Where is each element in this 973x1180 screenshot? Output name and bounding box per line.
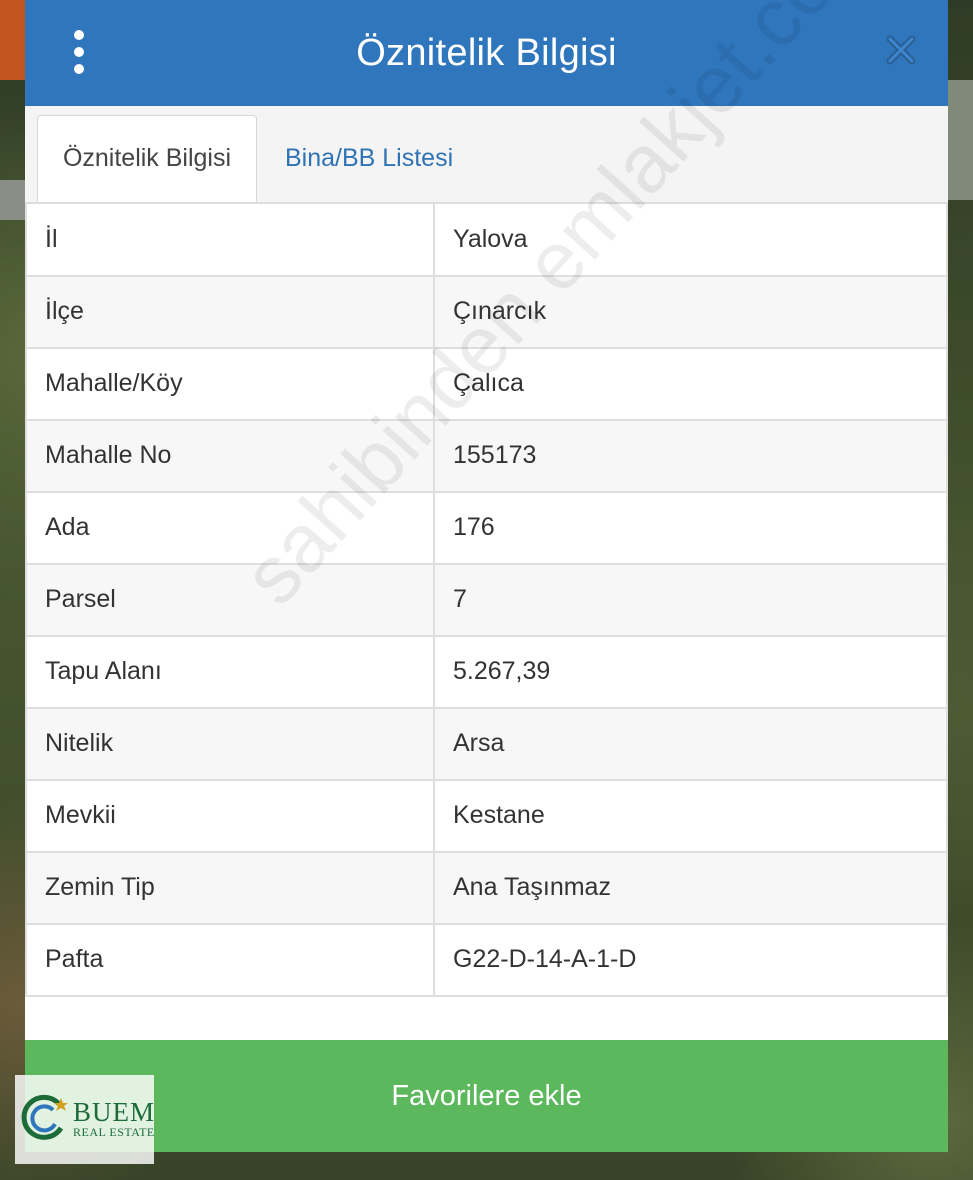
- logo-emblem-icon: [19, 1092, 69, 1147]
- add-to-favorites-button[interactable]: Favorilere ekle: [25, 1040, 948, 1152]
- attribute-value: Ana Taşınmaz: [433, 850, 948, 925]
- attribute-key: Parsel: [25, 562, 435, 637]
- table-row: Zemin Tip Ana Taşınmaz: [25, 850, 948, 925]
- dialog-title: Öznitelik Bilgisi: [356, 31, 617, 74]
- tab-attribute-info[interactable]: Öznitelik Bilgisi: [37, 115, 257, 202]
- table-row: İlçe Çınarcık: [25, 274, 948, 349]
- table-row: İl Yalova: [25, 203, 948, 277]
- table-row: Pafta G22-D-14-A-1-D: [25, 922, 948, 997]
- table-row: Nitelik Arsa: [25, 706, 948, 781]
- map-building: [0, 0, 26, 80]
- attribute-key: Pafta: [25, 922, 435, 997]
- attribute-value: 155173: [433, 418, 948, 493]
- attribute-value: Çalıca: [433, 346, 948, 421]
- attribute-key: İlçe: [25, 274, 435, 349]
- dialog-header: Öznitelik Bilgisi: [25, 0, 948, 106]
- map-road: [947, 80, 973, 200]
- menu-dot: [74, 64, 84, 74]
- attribute-value: Çınarcık: [433, 274, 948, 349]
- table-row: Mevkii Kestane: [25, 778, 948, 853]
- attribute-key: Zemin Tip: [25, 850, 435, 925]
- attribute-table: İl Yalova İlçe Çınarcık Mahalle/Köy Çalıca Mah…: [25, 203, 948, 997]
- table-row: Tapu Alanı 5.267,39: [25, 634, 948, 709]
- menu-dot: [74, 47, 84, 57]
- menu-dot: [74, 30, 84, 40]
- attribute-dialog: Öznitelik Bilgisi Öznitelik Bilgisi Bina…: [25, 0, 948, 1152]
- attribute-key: Tapu Alanı: [25, 634, 435, 709]
- logo-subtitle: REAL ESTATE: [73, 1125, 155, 1139]
- tab-building-list[interactable]: Bina/BB Listesi: [285, 115, 453, 202]
- close-icon[interactable]: [884, 33, 918, 67]
- attribute-key: Mevkii: [25, 778, 435, 853]
- attribute-value: Kestane: [433, 778, 948, 853]
- attribute-value: Arsa: [433, 706, 948, 781]
- attribute-value: 5.267,39: [433, 634, 948, 709]
- table-row: Ada 176: [25, 490, 948, 565]
- logo-name: BUEM: [73, 1097, 156, 1127]
- attribute-value: 7: [433, 562, 948, 637]
- attribute-key: Mahalle/Köy: [25, 346, 435, 421]
- attribute-key: Mahalle No: [25, 418, 435, 493]
- table-row: Mahalle/Köy Çalıca: [25, 346, 948, 421]
- map-road: [0, 180, 26, 220]
- attribute-value: Yalova: [433, 203, 948, 277]
- tab-bar: Öznitelik Bilgisi Bina/BB Listesi: [25, 106, 948, 203]
- company-logo: BUEM REAL ESTATE: [15, 1075, 154, 1164]
- attribute-value: G22-D-14-A-1-D: [433, 922, 948, 997]
- attribute-value: 176: [433, 490, 948, 565]
- attribute-key: Ada: [25, 490, 435, 565]
- attribute-key: İl: [25, 203, 435, 277]
- table-row: Parsel 7: [25, 562, 948, 637]
- table-row: Mahalle No 155173: [25, 418, 948, 493]
- vertical-dots-icon[interactable]: [67, 30, 91, 74]
- attribute-key: Nitelik: [25, 706, 435, 781]
